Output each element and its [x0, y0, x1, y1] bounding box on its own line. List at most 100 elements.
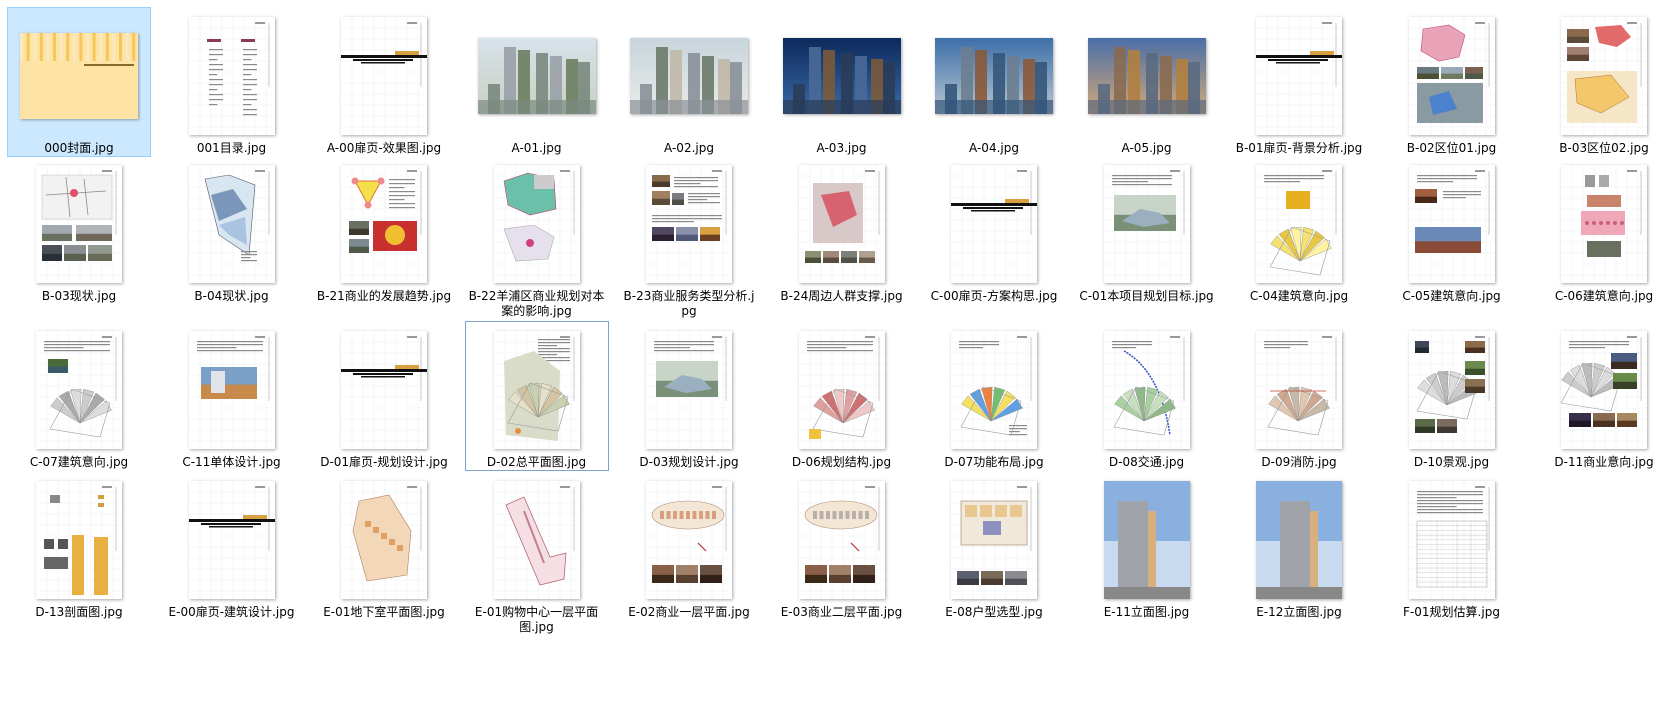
file-thumbnail: [313, 322, 455, 457]
file-thumbnail: [1076, 322, 1218, 457]
file-thumbnail: [1228, 8, 1370, 143]
file-thumbnail: [923, 472, 1065, 607]
file-thumbnail: [923, 322, 1065, 457]
file-name-label: C-05建筑意向.jpg: [1402, 289, 1501, 303]
file-name-label: A-04.jpg: [969, 141, 1019, 155]
file-item[interactable]: E-02商业一层平面.jpg: [617, 471, 761, 621]
file-item[interactable]: D-02总平面图.jpg: [464, 321, 609, 471]
file-name-label: B-24周边人群支撑.jpg: [780, 289, 903, 303]
file-item[interactable]: B-24周边人群支撑.jpg: [770, 155, 914, 305]
file-item[interactable]: A-03.jpg: [770, 7, 914, 157]
file-thumbnail: [771, 472, 913, 607]
file-item[interactable]: C-00扉页-方案构思.jpg: [922, 155, 1066, 325]
file-name-label: E-01购物中心一层平面图.jpg: [474, 605, 599, 634]
file-item[interactable]: D-06规划结构.jpg: [770, 321, 914, 471]
file-item[interactable]: E-12立面图.jpg: [1227, 471, 1371, 621]
file-item[interactable]: D-03规划设计.jpg: [617, 321, 761, 471]
file-item[interactable]: D-10景观.jpg: [1380, 321, 1524, 471]
file-name-label: E-02商业一层平面.jpg: [628, 605, 750, 619]
file-item[interactable]: C-01本项目规划目标.jpg: [1075, 155, 1219, 325]
file-thumbnail: [1381, 156, 1523, 291]
file-thumbnail: [466, 322, 608, 457]
file-item[interactable]: E-01地下室平面图.jpg: [312, 471, 456, 621]
file-name-label: B-23商业服务类型分析.jpg: [623, 289, 755, 318]
file-thumbnail: [466, 472, 608, 607]
file-thumbnail: [161, 156, 303, 291]
file-item[interactable]: C-05建筑意向.jpg: [1380, 155, 1524, 305]
file-item[interactable]: D-13剖面图.jpg: [7, 471, 151, 621]
file-thumbnail: [771, 156, 913, 291]
file-item[interactable]: A-05.jpg: [1075, 7, 1219, 157]
file-thumbnail: [466, 156, 608, 291]
file-name-label: E-12立面图.jpg: [1256, 605, 1342, 619]
file-item[interactable]: B-03现状.jpg: [7, 155, 151, 305]
file-name-label: D-02总平面图.jpg: [486, 455, 587, 469]
file-name-label: B-04现状.jpg: [194, 289, 269, 303]
file-name-label: A-01.jpg: [511, 141, 562, 155]
file-item[interactable]: A-01.jpg: [465, 7, 609, 157]
file-item[interactable]: D-07功能布局.jpg: [922, 321, 1066, 471]
file-name-label: A-00扉页-效果图.jpg: [326, 141, 442, 155]
file-thumbnail: [1228, 156, 1370, 291]
file-item[interactable]: B-01扉页-背景分析.jpg: [1227, 7, 1371, 177]
file-item[interactable]: C-06建筑意向.jpg: [1532, 155, 1664, 305]
file-name-label: A-05.jpg: [1121, 141, 1172, 155]
file-thumbnail: [923, 156, 1065, 291]
file-thumbnail: [618, 322, 760, 457]
file-item[interactable]: C-04建筑意向.jpg: [1227, 155, 1371, 305]
file-thumbnail: [1076, 8, 1218, 143]
file-thumbnail: [1228, 472, 1370, 607]
file-name-label: A-02.jpg: [664, 141, 714, 155]
file-item[interactable]: D-11商业意向.jpg: [1532, 321, 1664, 471]
file-item[interactable]: 000封面.jpg: [7, 7, 151, 157]
file-thumbnail: [923, 8, 1065, 143]
file-thumbnail: [313, 472, 455, 607]
file-name-label: E-11立面图.jpg: [1103, 605, 1190, 619]
file-item[interactable]: D-01扉页-规划设计.jpg: [312, 321, 456, 491]
file-item[interactable]: D-09消防.jpg: [1227, 321, 1371, 471]
file-item[interactable]: E-08户型选型.jpg: [922, 471, 1066, 621]
file-item[interactable]: B-23商业服务类型分析.jpg: [617, 155, 761, 325]
file-thumbnail: [161, 8, 303, 143]
file-item[interactable]: B-02区位01.jpg: [1380, 7, 1524, 157]
file-name-label: D-08交通.jpg: [1108, 455, 1185, 469]
file-thumbnail-grid[interactable]: 000封面.jpg 001目录.jpg A-00扉页-效果图.jpg A-01.jpg…: [0, 0, 1664, 709]
file-item[interactable]: C-11单体设计.jpg: [160, 321, 304, 471]
file-item[interactable]: B-04现状.jpg: [160, 155, 304, 305]
file-thumbnail: [1381, 8, 1523, 143]
file-name-label: D-09消防.jpg: [1261, 455, 1337, 469]
file-name-label: C-11单体设计.jpg: [182, 455, 281, 469]
file-item[interactable]: E-01购物中心一层平面图.jpg: [465, 471, 609, 641]
file-thumbnail: [1381, 472, 1523, 607]
file-thumbnail: [161, 322, 303, 457]
file-item[interactable]: E-03商业二层平面.jpg: [770, 471, 914, 621]
file-thumbnail: [8, 8, 150, 143]
file-name-label: B-03区位02.jpg: [1559, 141, 1649, 155]
file-item[interactable]: F-01规划估算.jpg: [1380, 471, 1524, 621]
file-thumbnail: [466, 8, 608, 143]
file-item[interactable]: B-22羊浦区商业规划对本案的影响.jpg: [465, 155, 609, 325]
file-item[interactable]: D-08交通.jpg: [1075, 321, 1219, 471]
file-item[interactable]: E-00扉页-建筑设计.jpg: [160, 471, 304, 641]
file-name-label: B-03现状.jpg: [41, 289, 117, 303]
file-item[interactable]: C-07建筑意向.jpg: [7, 321, 151, 471]
file-thumbnail: [8, 472, 150, 607]
file-thumbnail: [8, 156, 150, 291]
file-thumbnail: [771, 8, 913, 143]
file-thumbnail: [1228, 322, 1370, 457]
file-item[interactable]: E-11立面图.jpg: [1075, 471, 1219, 621]
file-name-label: F-01规划估算.jpg: [1403, 605, 1500, 619]
file-name-label: D-10景观.jpg: [1413, 455, 1490, 469]
file-item[interactable]: A-04.jpg: [922, 7, 1066, 157]
file-name-label: C-00扉页-方案构思.jpg: [930, 289, 1058, 303]
file-thumbnail: [1076, 472, 1218, 607]
file-name-label: D-01扉页-规划设计.jpg: [320, 455, 448, 469]
file-name-label: B-22羊浦区商业规划对本案的影响.jpg: [468, 289, 605, 318]
file-name-label: E-00扉页-建筑设计.jpg: [168, 605, 295, 619]
file-item[interactable]: B-21商业的发展趋势.jpg: [312, 155, 456, 325]
file-item[interactable]: A-00扉页-效果图.jpg: [312, 7, 456, 157]
file-item[interactable]: A-02.jpg: [617, 7, 761, 157]
file-item[interactable]: B-03区位02.jpg: [1532, 7, 1664, 157]
file-thumbnail: [313, 156, 455, 291]
file-item[interactable]: 001目录.jpg: [160, 7, 304, 157]
